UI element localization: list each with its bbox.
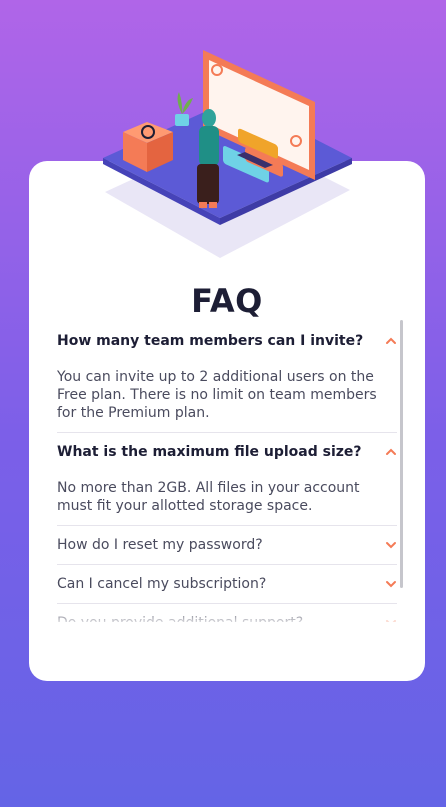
scrollbar[interactable] [400,320,403,588]
faq-question-text: What is the maximum file upload size? [57,444,362,460]
faq-answer-text: No more than 2GB. All files in your acco… [57,480,360,514]
chevron-up-icon [386,448,396,455]
faq-question-text: How do I reset my password? [57,537,263,553]
faq-question-text: How many team members can I invite? [57,333,364,349]
woman-at-screen-illustration [103,50,352,258]
faq-answer-text: You can invite up to 2 additional users … [57,369,377,421]
faq-item: Can I cancel my subscription? [57,565,397,604]
chevron-down-icon [386,581,396,588]
faq-item: How many team members can I invite? You … [57,322,397,433]
faq-question-toggle[interactable]: How many team members can I invite? [57,322,397,360]
chevron-down-icon [386,542,396,549]
page-title: FAQ [191,282,263,320]
faq-item: How do I reset my password? [57,526,397,565]
faq-question-toggle[interactable]: Can I cancel my subscription? [57,565,397,603]
list-fade [57,606,397,636]
faq-question-text: Can I cancel my subscription? [57,576,267,592]
chevron-up-icon [386,337,396,344]
faq-question-toggle[interactable]: What is the maximum file upload size? [57,433,397,471]
faq-item: What is the maximum file upload size? No… [57,433,397,526]
faq-list[interactable]: How many team members can I invite? You … [57,322,397,622]
faq-question-toggle[interactable]: How do I reset my password? [57,526,397,564]
